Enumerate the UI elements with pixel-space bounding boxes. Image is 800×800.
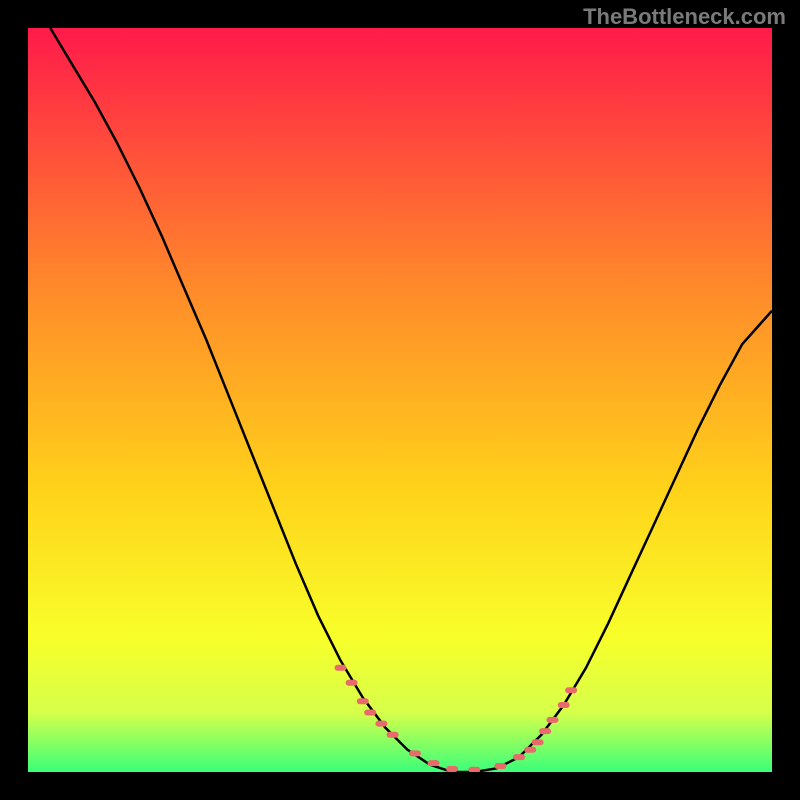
highlight-dot — [513, 754, 525, 760]
highlight-dot — [375, 721, 387, 727]
highlight-dot — [565, 687, 577, 693]
chart-container: TheBottleneck.com — [0, 0, 800, 800]
chart-svg — [28, 28, 772, 772]
highlight-dot — [428, 760, 440, 766]
gradient-bg — [28, 28, 772, 772]
highlight-dot — [494, 763, 506, 769]
highlight-dot — [558, 702, 570, 708]
watermark-text: TheBottleneck.com — [583, 4, 786, 30]
highlight-dot — [532, 739, 544, 745]
highlight-dot — [446, 766, 458, 772]
highlight-dot — [364, 710, 376, 716]
highlight-dot — [539, 728, 551, 734]
highlight-dot — [409, 750, 421, 756]
plot-area — [28, 28, 772, 772]
highlight-dot — [357, 698, 369, 704]
highlight-dot — [547, 717, 559, 723]
highlight-dot — [468, 767, 480, 772]
highlight-dot — [524, 747, 536, 753]
highlight-dot — [335, 665, 347, 671]
highlight-dot — [387, 732, 399, 738]
highlight-dot — [346, 680, 358, 686]
